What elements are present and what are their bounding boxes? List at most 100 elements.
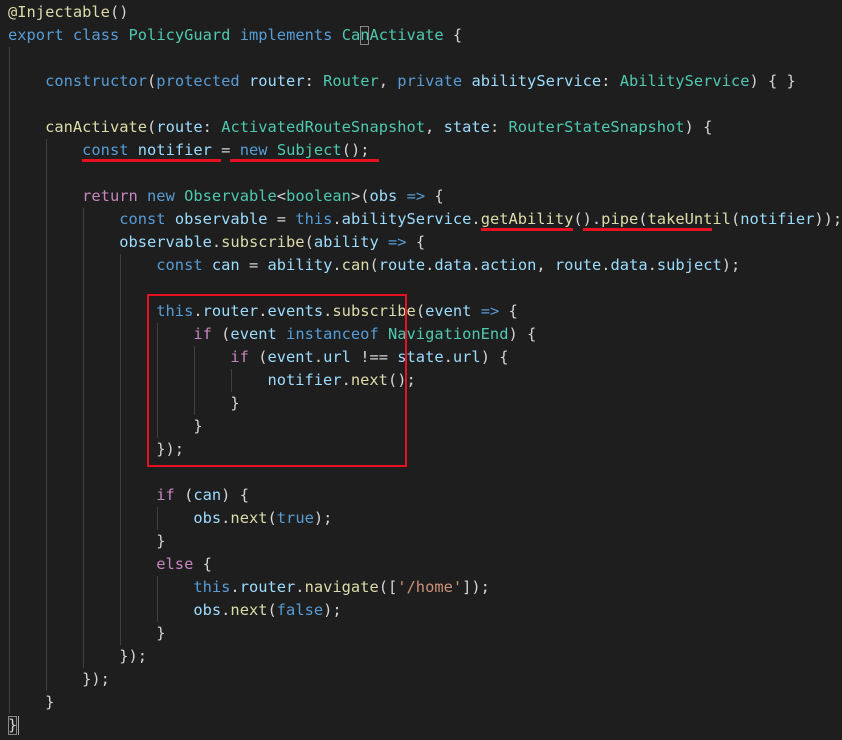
code-token: ); bbox=[721, 256, 741, 274]
code-token: = bbox=[211, 141, 240, 159]
code-token: ability bbox=[313, 233, 379, 251]
code-token: observable bbox=[174, 210, 268, 228]
code-token: protected bbox=[156, 72, 240, 90]
code-line: this.router.navigate(['/home']); bbox=[8, 576, 490, 599]
code-token: @Injectable bbox=[8, 3, 110, 21]
bracket-match-highlight bbox=[8, 716, 18, 735]
code-token: can bbox=[211, 256, 240, 274]
code-token: ActivatedRouteSnapshot bbox=[221, 118, 426, 136]
code-token: . bbox=[471, 210, 481, 228]
code-token: obs bbox=[193, 601, 222, 619]
code-token: . bbox=[211, 233, 222, 251]
code-token: (); bbox=[341, 141, 370, 159]
code-token: url bbox=[452, 348, 481, 366]
code-token: ); bbox=[313, 509, 333, 527]
code-token: = bbox=[267, 210, 296, 228]
code-token: AbilityService bbox=[619, 72, 750, 90]
code-token: : bbox=[489, 118, 509, 136]
code-line: return new Observable<boolean>(obs => { bbox=[8, 185, 444, 208]
code-token: ) { bbox=[480, 348, 509, 366]
bracket-match-highlight bbox=[360, 26, 370, 45]
code-token: takeUntil bbox=[647, 210, 731, 228]
code-token: implements bbox=[239, 26, 333, 44]
code-line: const can = ability.can(route.data.actio… bbox=[8, 254, 740, 277]
code-token: true bbox=[276, 509, 314, 527]
code-token: Subject bbox=[276, 141, 342, 159]
code-token: new bbox=[239, 141, 268, 159]
code-token: route bbox=[156, 118, 203, 136]
code-token: () bbox=[109, 3, 129, 21]
indent-guide bbox=[83, 208, 85, 668]
code-token: . bbox=[443, 348, 453, 366]
red-underline-annotation bbox=[230, 159, 379, 162]
code-token: route bbox=[554, 256, 602, 274]
code-token: PolicyGuard bbox=[128, 26, 231, 44]
code-token: => bbox=[388, 233, 407, 251]
code-token: ( bbox=[730, 210, 741, 228]
code-token: can bbox=[193, 486, 222, 504]
code-token: new bbox=[147, 187, 175, 205]
code-token: , bbox=[378, 72, 398, 90]
code-token: const bbox=[119, 210, 166, 228]
indent-guide bbox=[157, 507, 159, 530]
code-token: const bbox=[82, 141, 129, 159]
code-line: constructor(protected router: Router, pr… bbox=[8, 70, 796, 93]
code-token: { bbox=[499, 302, 518, 320]
code-line: @Injectable() bbox=[8, 1, 128, 24]
code-token: . bbox=[295, 578, 305, 596]
code-token: canActivate bbox=[45, 118, 148, 136]
code-token: data bbox=[610, 256, 648, 274]
code-token: getAbility bbox=[480, 210, 574, 228]
code-token: class bbox=[72, 26, 120, 44]
code-editor[interactable]: @Injectable() export class PolicyGuard im… bbox=[0, 0, 842, 740]
code-token: ) { } bbox=[749, 72, 796, 90]
code-token: '/home' bbox=[397, 578, 463, 596]
code-token: }); bbox=[8, 670, 110, 688]
code-token: constructor bbox=[45, 72, 148, 90]
code-token: next bbox=[230, 509, 268, 527]
code-line: canActivate(route: ActivatedRouteSnapsho… bbox=[8, 116, 712, 139]
code-line: }); bbox=[8, 668, 110, 691]
code-token: ]); bbox=[462, 578, 490, 596]
code-token: : bbox=[304, 72, 324, 90]
code-token: CanActivate bbox=[341, 26, 444, 44]
code-line: } bbox=[8, 691, 54, 714]
code-token: obs bbox=[193, 509, 222, 527]
code-token: }); bbox=[8, 647, 147, 665]
code-token: ( bbox=[369, 256, 379, 274]
code-token: ( bbox=[304, 233, 314, 251]
code-token: can bbox=[341, 256, 370, 274]
code-token: notifier bbox=[137, 141, 212, 159]
indent-guide bbox=[120, 254, 122, 645]
code-token: observable bbox=[119, 233, 212, 251]
code-line: } bbox=[8, 622, 166, 645]
code-token: subscribe bbox=[221, 233, 305, 251]
code-token: >( bbox=[350, 187, 370, 205]
code-token: const bbox=[156, 256, 203, 274]
code-token: data bbox=[434, 256, 472, 274]
code-token: obs bbox=[369, 187, 398, 205]
code-token: RouterStateSnapshot bbox=[508, 118, 685, 136]
code-token: this bbox=[295, 210, 333, 228]
code-token: { bbox=[193, 555, 212, 573]
code-token: } bbox=[8, 693, 55, 711]
code-token: ( bbox=[267, 601, 277, 619]
code-token: route bbox=[378, 256, 426, 274]
code-token: { bbox=[443, 26, 463, 44]
code-line: const observable = this.abilityService.g… bbox=[8, 208, 842, 231]
code-token: } bbox=[8, 624, 166, 642]
code-token: < bbox=[276, 187, 287, 205]
code-line: } bbox=[8, 530, 165, 553]
